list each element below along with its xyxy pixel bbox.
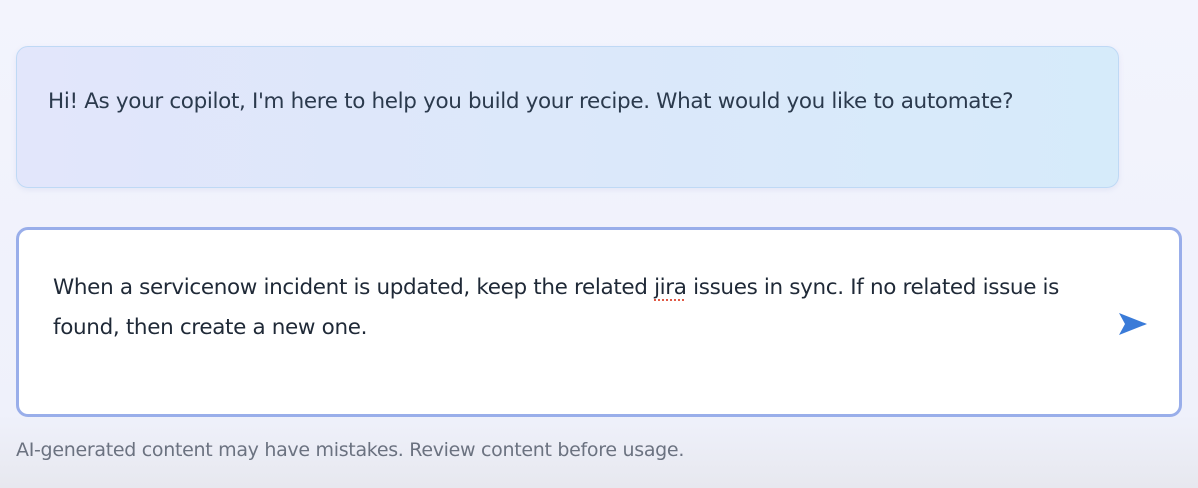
composer-text-start: When a servicenow incident is updated, k…: [53, 275, 655, 300]
assistant-message-text: Hi! As your copilot, I'm here to help yo…: [48, 89, 1014, 114]
spellcheck-flagged-word[interactable]: jira: [654, 275, 687, 300]
ai-disclaimer: AI-generated content may have mistakes. …: [16, 439, 685, 461]
assistant-message-bubble: Hi! As your copilot, I'm here to help yo…: [16, 46, 1119, 188]
send-icon: [1119, 313, 1147, 335]
send-button[interactable]: [1113, 306, 1153, 342]
composer-input-text[interactable]: When a servicenow incident is updated, k…: [53, 268, 1093, 348]
message-composer[interactable]: When a servicenow incident is updated, k…: [16, 227, 1182, 417]
